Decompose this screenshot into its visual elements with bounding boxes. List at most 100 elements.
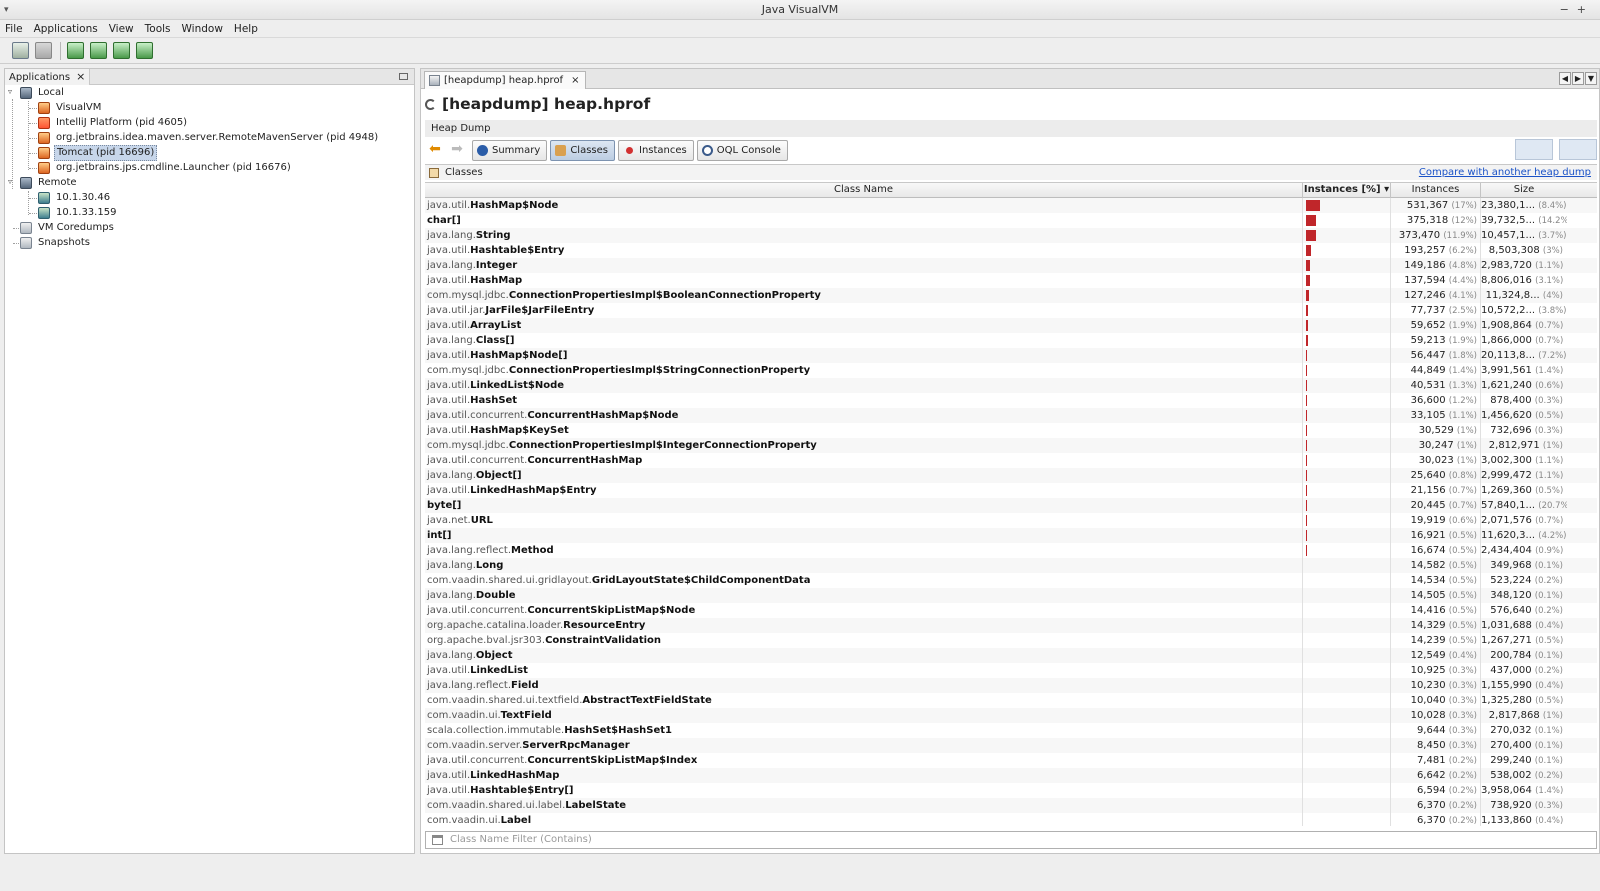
scroll-left-icon[interactable]: ◀ — [1559, 72, 1571, 85]
minimize-icon[interactable] — [399, 73, 408, 80]
table-row[interactable]: java.util.HashSet 36,600 (1.2%) 878,400 (0… — [425, 393, 1597, 408]
expand-toggle-remote[interactable]: ▿ — [8, 177, 12, 186]
close-icon[interactable]: × — [76, 70, 85, 83]
table-row[interactable]: scala.collection.immutable.HashSet$HashS… — [425, 723, 1597, 738]
instances-button[interactable]: Instances — [618, 139, 694, 161]
table-row[interactable]: java.lang.reflect.Field 10,230 (0.3%) 1,15… — [425, 678, 1597, 693]
menu-view[interactable]: View — [109, 23, 134, 35]
scroll-right-icon[interactable]: ▶ — [1572, 72, 1584, 85]
table-row[interactable]: java.util.LinkedList 10,925 (0.3%) 437,000… — [425, 663, 1597, 678]
package-name: java.lang. — [427, 470, 476, 481]
menu-tools[interactable]: Tools — [145, 23, 171, 35]
expand-toggle-local[interactable]: ▿ — [8, 87, 12, 96]
table-row[interactable]: int[] 16,921 (0.5%) 11,620,3... (4.2%) — [425, 528, 1597, 543]
table-row[interactable]: java.lang.Class[] 59,213 (1.9%) 1,866,000 … — [425, 333, 1597, 348]
tree-node-host-1[interactable]: 10.1.30.46 — [38, 191, 112, 205]
table-row[interactable]: java.util.concurrent.ConcurrentSkipListM… — [425, 603, 1597, 618]
menu-window[interactable]: Window — [182, 23, 223, 35]
table-row[interactable]: com.vaadin.shared.ui.gridlayout.GridLayo… — [425, 573, 1597, 588]
table-row[interactable]: java.util.LinkedHashMap$Entry 21,156 (0.7… — [425, 483, 1597, 498]
table-row[interactable]: java.lang.Long 14,582 (0.5%) 349,968 (0.1%… — [425, 558, 1597, 573]
table-row[interactable]: java.util.HashMap$KeySet 30,529 (1%) 732,6… — [425, 423, 1597, 438]
table-row[interactable]: byte[]20,445 (0.7%)57,840,1... (20.7%) — [425, 498, 1597, 513]
applications-tab[interactable]: Applications × — [5, 69, 91, 85]
column-header-instances[interactable]: Instances — [1391, 183, 1481, 198]
table-row[interactable]: com.mysql.jdbc.ConnectionPropertiesImpl$… — [425, 288, 1597, 303]
forward-arrow-icon[interactable]: ➡ — [447, 140, 467, 160]
window-menu-icon[interactable]: ▾ — [4, 0, 9, 20]
table-row[interactable]: com.vaadin.ui.Label 6,370 (0.2%) 1,133,860… — [425, 813, 1597, 826]
table-row[interactable]: java.util.HashMap$Node 531,367 (17%) 23,38… — [425, 198, 1597, 213]
table-row[interactable]: java.util.LinkedList$Node 40,531 (1.3%) 1,… — [425, 378, 1597, 393]
classes-button[interactable]: Classes — [550, 139, 615, 161]
table-row[interactable]: java.util.HashMap 137,594 (4.4%) 8,806,016… — [425, 273, 1597, 288]
tree-node-remote[interactable]: Remote — [20, 176, 79, 190]
add-host-icon[interactable] — [67, 42, 84, 59]
tab-list-icon[interactable]: ▼ — [1585, 72, 1597, 85]
table-row[interactable]: java.lang.Integer 149,186 (4.8%) 2,983,720… — [425, 258, 1597, 273]
window-controls[interactable]: −+ — [1560, 0, 1594, 20]
table-row[interactable]: com.vaadin.ui.TextField 10,028 (0.3%) 2,81… — [425, 708, 1597, 723]
table-row[interactable]: java.lang.Object 12,549 (0.4%) 200,784 (0.… — [425, 648, 1597, 663]
save-icon[interactable] — [12, 42, 29, 59]
add-snapshot-icon[interactable] — [136, 42, 153, 59]
heapdump-tab[interactable]: [heapdump] heap.hprof × — [424, 71, 587, 89]
compare-link[interactable]: Compare with another heap dump — [1419, 165, 1591, 181]
close-icon[interactable]: × — [571, 72, 579, 89]
class-name-filter[interactable]: Class Name Filter (Contains) — [425, 831, 1597, 849]
save-all-icon[interactable] — [35, 42, 52, 59]
tree-node-snapshots[interactable]: Snapshots — [20, 236, 92, 250]
column-header-instances-percent[interactable]: Instances [%] ▾ — [1303, 183, 1391, 198]
application-icon — [38, 147, 50, 159]
table-row[interactable]: java.lang.Object[] 25,640 (0.8%) 2,999,472… — [425, 468, 1597, 483]
table-row[interactable]: java.lang.String 373,470 (11.9%) 10,457,1.… — [425, 228, 1597, 243]
oql-console-button[interactable]: OQL Console — [696, 139, 788, 161]
table-row[interactable]: java.util.concurrent.ConcurrentSkipListM… — [425, 753, 1597, 768]
class-name: Class[] — [475, 335, 515, 346]
table-row[interactable]: java.util.ArrayList 59,652 (1.9%) 1,908,86… — [425, 318, 1597, 333]
tree-node-host-2[interactable]: 10.1.33.159 — [38, 206, 118, 220]
tree-node-tomcat[interactable]: Tomcat (pid 16696) — [38, 145, 158, 161]
table-row[interactable]: java.util.concurrent.ConcurrentHashMap 30… — [425, 453, 1597, 468]
class-name: Integer — [475, 260, 518, 271]
table-row[interactable]: char[]375,318 (12%)39,732,5... (14.2%) — [425, 213, 1597, 228]
table-row[interactable]: java.util.LinkedHashMap 6,642 (0.2%) 538,0… — [425, 768, 1597, 783]
menu-help[interactable]: Help — [234, 23, 258, 35]
size-value: 8,503,308 — [1488, 245, 1540, 256]
column-header-class-name[interactable]: Class Name — [425, 183, 1303, 198]
tree-node-local[interactable]: Local — [20, 86, 66, 100]
class-name-cell: com.mysql.jdbc.ConnectionPropertiesImpl$… — [425, 288, 1303, 303]
table-row[interactable]: java.net.URL 19,919 (0.6%) 2,071,576 (0.7%… — [425, 513, 1597, 528]
tree-node-vm-coredumps[interactable]: VM Coredumps — [20, 221, 116, 235]
tree-node-visualvm[interactable]: VisualVM — [38, 101, 103, 115]
table-row[interactable]: org.apache.bval.jsr303.ConstraintValidat… — [425, 633, 1597, 648]
add-jmx-icon[interactable] — [90, 42, 107, 59]
table-row[interactable]: com.mysql.jdbc.ConnectionPropertiesImpl$… — [425, 363, 1597, 378]
table-row[interactable]: com.vaadin.shared.ui.label.LabelState 6,3… — [425, 798, 1597, 813]
summary-button[interactable]: Summary — [472, 139, 548, 161]
settings-icon[interactable] — [1559, 139, 1597, 160]
package-name: com.vaadin.ui. — [427, 815, 501, 826]
table-row[interactable]: java.util.HashMap$Node[] 56,447 (1.8%) 20,… — [425, 348, 1597, 363]
table-row[interactable]: java.util.jar.JarFile$JarFileEntry 77,737… — [425, 303, 1597, 318]
tree-node-jps-launcher[interactable]: org.jetbrains.jps.cmdline.Launcher (pid … — [38, 161, 293, 175]
table-row[interactable]: java.util.Hashtable$Entry 193,257 (6.2%) 8… — [425, 243, 1597, 258]
table-row[interactable]: java.util.Hashtable$Entry[] 6,594 (0.2%) 3… — [425, 783, 1597, 798]
table-row[interactable]: com.mysql.jdbc.ConnectionPropertiesImpl$… — [425, 438, 1597, 453]
table-row[interactable]: java.util.concurrent.ConcurrentHashMap$N… — [425, 408, 1597, 423]
column-header-size[interactable]: Size — [1481, 183, 1567, 198]
add-coredump-icon[interactable] — [113, 42, 130, 59]
table-row[interactable]: com.vaadin.shared.ui.textfield.AbstractT… — [425, 693, 1597, 708]
info-icon — [477, 144, 488, 156]
tree-node-maven-server[interactable]: org.jetbrains.idea.maven.server.RemoteMa… — [38, 131, 380, 145]
table-row[interactable]: java.lang.reflect.Method 16,674 (0.5%) 2,4… — [425, 543, 1597, 558]
table-row[interactable]: org.apache.catalina.loader.ResourceEntry… — [425, 618, 1597, 633]
tree-node-intellij[interactable]: IntelliJ Platform (pid 4605) — [38, 116, 189, 130]
table-row[interactable]: com.vaadin.server.ServerRpcManager 8,450 … — [425, 738, 1597, 753]
menu-file[interactable]: File — [5, 23, 23, 35]
menu-applications[interactable]: Applications — [34, 23, 98, 35]
table-row[interactable]: java.lang.Double 14,505 (0.5%) 348,120 (0.… — [425, 588, 1597, 603]
back-arrow-icon[interactable]: ⬅ — [425, 140, 445, 160]
class-name-cell: java.util.LinkedList$Node — [425, 378, 1303, 393]
results-view-icon[interactable] — [1515, 139, 1553, 160]
